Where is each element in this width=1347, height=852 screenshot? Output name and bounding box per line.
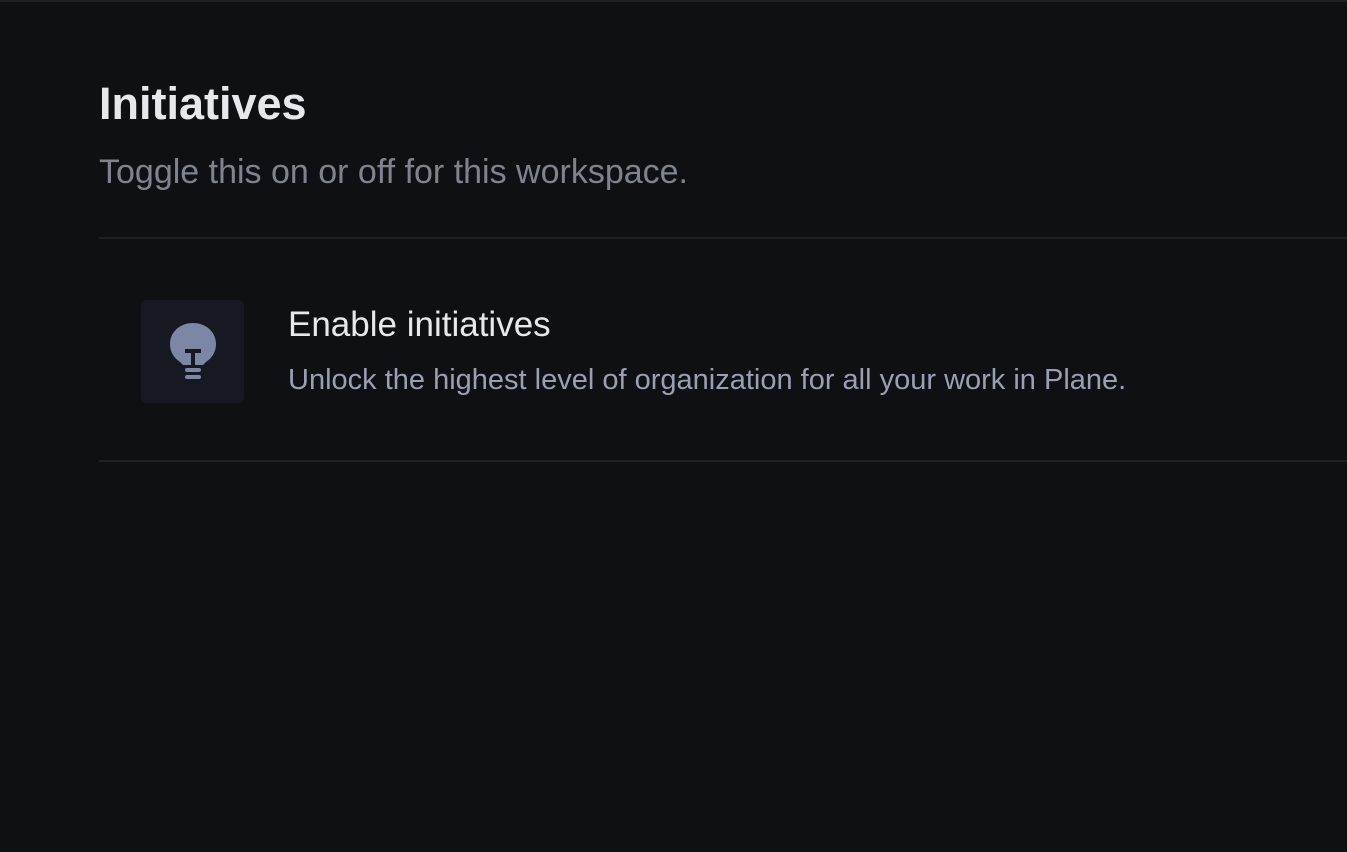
divider (99, 460, 1347, 462)
feature-title: Enable initiatives (288, 305, 551, 344)
feature-description: Unlock the highest level of organization… (288, 364, 1127, 396)
page-subtitle: Toggle this on or off for this workspace… (99, 153, 689, 191)
page-title: Initiatives (99, 78, 307, 129)
feature-icon-container (141, 300, 244, 403)
lightbulb-icon (169, 322, 216, 379)
top-border (0, 0, 1347, 2)
divider (99, 237, 1347, 239)
